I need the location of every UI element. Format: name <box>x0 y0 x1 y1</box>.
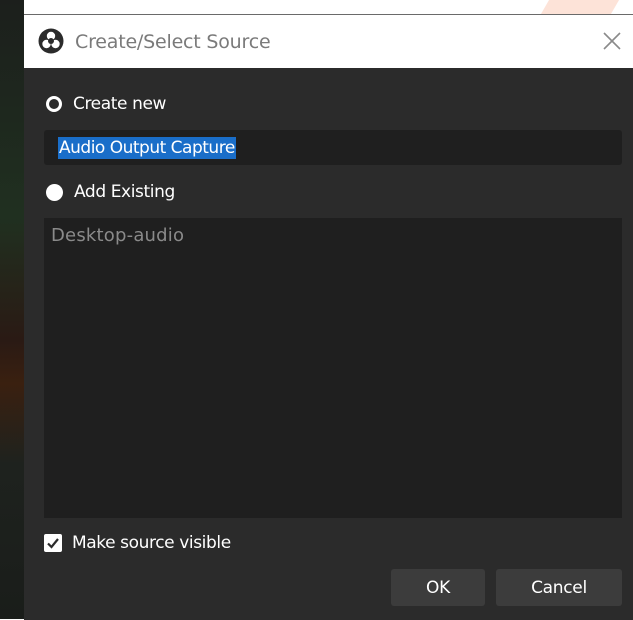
list-item[interactable]: Desktop-audio <box>51 224 615 248</box>
create-new-radio[interactable] <box>46 96 62 112</box>
add-existing-radio-option[interactable]: Add Existing <box>46 180 175 204</box>
create-select-source-dialog: Create/Select Source Create new Audio Ou… <box>24 14 633 620</box>
source-name-text: Audio Output Capture <box>58 136 236 159</box>
checkmark-icon <box>47 538 59 549</box>
background-accent <box>540 0 620 14</box>
add-existing-radio[interactable] <box>46 183 63 201</box>
source-name-input[interactable]: Audio Output Capture <box>44 130 622 165</box>
create-new-radio-option[interactable]: Create new <box>46 92 166 116</box>
dialog-title: Create/Select Source <box>75 31 271 53</box>
create-new-label: Create new <box>73 94 167 114</box>
make-visible-label: Make source visible <box>72 533 231 553</box>
obs-logo-icon <box>38 28 64 54</box>
make-source-visible-option[interactable]: Make source visible <box>44 533 231 553</box>
close-icon[interactable] <box>597 26 627 56</box>
background-window-edge <box>0 0 24 619</box>
ok-button[interactable]: OK <box>391 569 485 606</box>
title-bar[interactable]: Create/Select Source <box>24 15 633 68</box>
cancel-button[interactable]: Cancel <box>496 569 622 606</box>
make-visible-checkbox[interactable] <box>44 534 62 552</box>
add-existing-label: Add Existing <box>74 182 175 202</box>
existing-sources-list[interactable]: Desktop-audio <box>44 218 622 518</box>
